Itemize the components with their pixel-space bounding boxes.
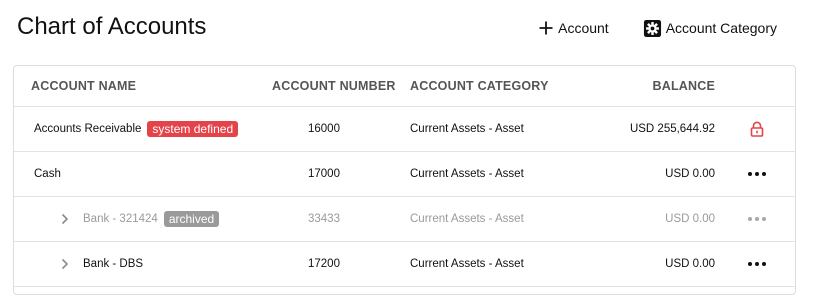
account-number: 16000 — [308, 123, 340, 135]
column-header-account-name: ACCOUNT NAME — [31, 79, 137, 93]
table-row[interactable]: Bank - 321424 archived 33433 Current Ass… — [14, 197, 795, 242]
account-name: Bank - DBS — [83, 258, 144, 270]
account-name-cell: Accounts Receivable system defined — [34, 107, 239, 151]
plus-icon — [538, 20, 554, 36]
more-options-button[interactable] — [747, 197, 767, 241]
add-account-category-label: Account Category — [665, 20, 777, 36]
account-balance: USD 0.00 — [665, 258, 715, 270]
more-options-button[interactable] — [747, 152, 767, 196]
account-category: Current Assets - Asset — [410, 213, 524, 225]
account-name-cell: Bank - 321424 archived — [61, 197, 220, 241]
account-category: Current Assets - Asset — [410, 258, 524, 270]
account-category: Current Assets - Asset — [410, 123, 524, 135]
account-name: Accounts Receivable — [34, 123, 142, 135]
more-icon — [748, 217, 766, 221]
account-name: Cash — [34, 168, 61, 180]
more-icon — [748, 262, 766, 266]
column-header-balance: BALANCE — [652, 79, 715, 93]
table-header: ACCOUNT NAME ACCOUNT NUMBER ACCOUNT CATE… — [14, 66, 795, 107]
table-row[interactable]: Accounts Receivable system defined 16000… — [14, 107, 795, 152]
chevron-right-icon[interactable] — [61, 258, 69, 270]
column-header-account-category: ACCOUNT CATEGORY — [410, 79, 549, 93]
account-category: Current Assets - Asset — [410, 168, 524, 180]
account-name-cell: Bank - DBS — [61, 242, 143, 286]
account-number: 17000 — [308, 168, 340, 180]
table-row[interactable]: Cash 17000 Current Assets - Asset USD 0.… — [14, 152, 795, 197]
account-name: Bank - 321424 — [83, 213, 158, 225]
column-header-account-number: ACCOUNT NUMBER — [272, 79, 396, 93]
accounts-table: ACCOUNT NAME ACCOUNT NUMBER ACCOUNT CATE… — [13, 65, 796, 295]
chevron-right-icon[interactable] — [61, 213, 69, 225]
account-balance: USD 0.00 — [665, 168, 715, 180]
gear-icon — [643, 19, 662, 38]
lock-icon — [747, 107, 767, 151]
account-number: 17200 — [308, 258, 340, 270]
account-balance: USD 0.00 — [665, 213, 715, 225]
table-row[interactable]: Bank - DBS 17200 Current Assets - Asset … — [14, 242, 795, 287]
account-name-cell: Cash — [34, 152, 61, 196]
archived-badge: archived — [163, 211, 220, 227]
add-account-label: Account — [558, 20, 609, 36]
account-number: 33433 — [308, 213, 340, 225]
header-actions: Account Account Category — [538, 17, 777, 39]
system-defined-badge: system defined — [147, 121, 239, 137]
account-balance: USD 255,644.92 — [629, 123, 715, 135]
add-account-category-button[interactable]: Account Category — [643, 17, 777, 39]
add-account-button[interactable]: Account — [538, 17, 609, 39]
more-options-button[interactable] — [747, 242, 767, 286]
page-title: Chart of Accounts — [17, 13, 207, 40]
more-icon — [748, 172, 766, 176]
